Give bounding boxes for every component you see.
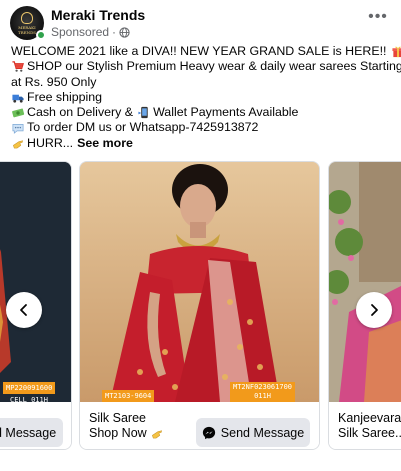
post-line-text: Cash on Delivery & [27, 105, 134, 120]
shopping-cart-icon [12, 61, 24, 73]
carousel-card[interactable]: MT2103-9604 MT2NF023061700 011H Silk Sar… [79, 161, 320, 450]
sku-label: MT2NF023061700 011H [230, 382, 296, 402]
saree-photo-left [0, 162, 71, 402]
post-line: at Rs. 950 Only [11, 75, 395, 90]
truck-icon [12, 94, 24, 103]
button-label: d Message [0, 425, 57, 440]
card-subtitle: Shop Now [89, 426, 164, 441]
sku-label: MT2103-9604 [102, 390, 155, 402]
product-image[interactable]: MP220091600 CELL 011H [0, 162, 71, 402]
card-footer: Silk Saree Shop Now Send Message [80, 402, 319, 449]
card-title[interactable]: Silk Saree Shop Now [89, 411, 164, 441]
bottom-edge [0, 463, 401, 471]
carousel-previous-button[interactable] [6, 292, 42, 328]
mobile-phone-icon [138, 107, 148, 119]
saree-photo-right [329, 162, 401, 402]
card-title-line: Silk Saree [89, 411, 146, 425]
sponsored-label[interactable]: Sponsored · [51, 25, 130, 39]
product-image[interactable]: MT2103-9604 MT2NF023061700 011H [80, 162, 319, 402]
wallet-text: Wallet Payments Available [153, 105, 299, 120]
post-line-text: at Rs. 950 Only [11, 74, 97, 89]
chevron-right-icon [371, 304, 378, 316]
page-name[interactable]: Meraki Trends [51, 7, 145, 23]
card-footer: Kanjeevaran Silk Saree... [329, 402, 401, 449]
sku-label: CELL 011H [10, 396, 48, 402]
post-line: To order DM us or Whatsapp-7425913872 [11, 120, 395, 135]
online-status-dot [36, 30, 46, 40]
card-title-line: Silk Saree... [338, 426, 401, 440]
pointing-hand-icon [13, 140, 24, 149]
product-carousel: MP220091600 CELL 011H d Message MT2103-9… [0, 161, 401, 471]
post-line: HURR... See more [11, 136, 395, 151]
post-line: Cash on Delivery & Wallet Payments Avail… [11, 105, 395, 120]
button-label: Send Message [220, 425, 305, 440]
pointing-hand-icon [151, 430, 162, 439]
post-header: MERAKI TRENDS Meraki Trends Sponsored · … [10, 6, 394, 40]
speech-bubble-icon [12, 123, 24, 134]
send-message-button[interactable]: d Message [0, 418, 63, 447]
saree-photo-center [80, 162, 319, 402]
money-icon [12, 108, 25, 118]
see-more-link[interactable]: See more [77, 136, 133, 151]
post-line: WELCOME 2021 like a DIVA!! NEW YEAR GRAN… [11, 44, 401, 59]
card-footer: d Message [0, 402, 71, 449]
sku-text: MT2NF023061700 [233, 383, 293, 391]
product-image[interactable] [329, 162, 401, 402]
post-line-text: To order DM us or Whatsapp-7425913872 [27, 120, 259, 135]
send-message-button[interactable]: Send Message [196, 418, 310, 447]
post-line: Free shipping [11, 90, 395, 105]
sku-label: MP220091600 [3, 382, 56, 394]
carousel-next-button[interactable] [356, 292, 392, 328]
post-line-text: WELCOME 2021 like a DIVA!! NEW YEAR GRAN… [11, 44, 387, 58]
sku-text: 011H [254, 392, 271, 400]
dot-separator: · [112, 25, 117, 39]
logo-mark [21, 12, 33, 24]
chevron-left-icon [20, 304, 27, 316]
post-line-text: Free shipping [27, 89, 103, 104]
sponsored-text: Sponsored [51, 25, 110, 39]
sponsored-post: MERAKI TRENDS Meraki Trends Sponsored · … [0, 0, 401, 471]
post-text: WELCOME 2021 like a DIVA!! NEW YEAR GRAN… [11, 44, 401, 151]
gift-icon [391, 46, 401, 58]
post-line-text: SHOP our Stylish Premium Heavy wear & da… [27, 59, 401, 74]
more-options-button[interactable]: ••• [366, 9, 390, 30]
globe-icon [119, 26, 130, 38]
messenger-icon [202, 426, 215, 439]
card-title[interactable]: Kanjeevaran Silk Saree... [338, 411, 401, 441]
card-title-line: Kanjeevaran [338, 411, 401, 425]
card-title-line: Shop Now [89, 426, 147, 440]
post-line-text: HURR... [27, 135, 74, 150]
post-line: SHOP our Stylish Premium Heavy wear & da… [11, 59, 401, 74]
